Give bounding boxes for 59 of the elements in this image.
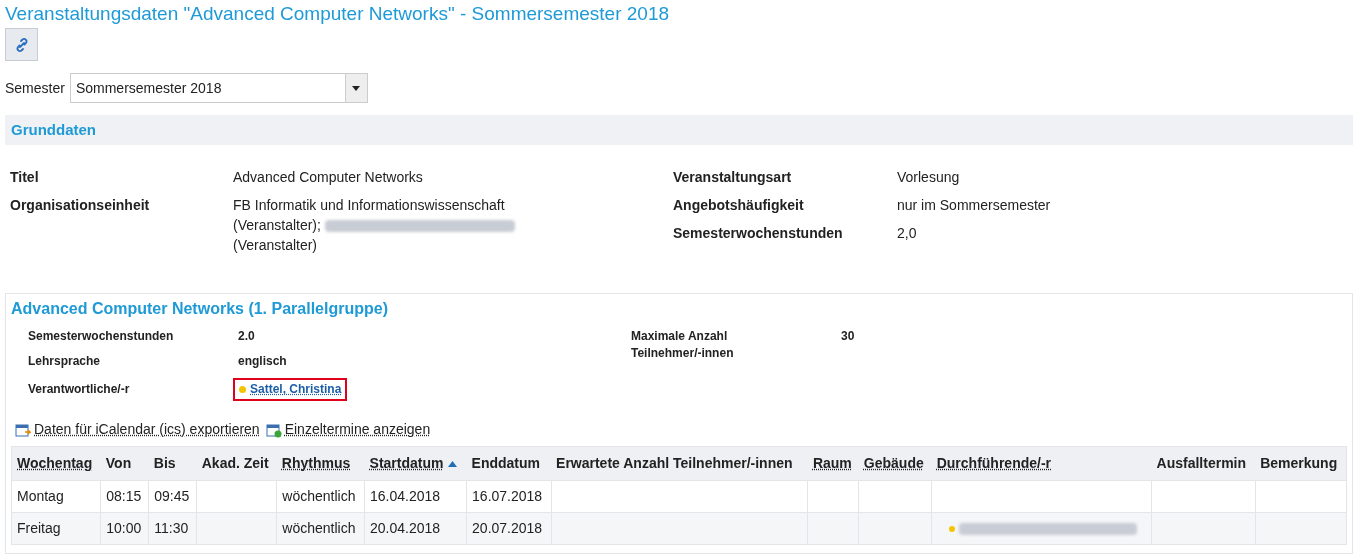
page-title: Veranstaltungsdaten "Advanced Computer Networks" - Sommersemester 2018 (5, 2, 671, 26)
section-title: Grunddaten (11, 119, 96, 140)
calendar-export-icon (15, 421, 31, 438)
field-label: Veranstaltungsart (673, 168, 793, 187)
field-label: Lehrsprache (28, 353, 102, 370)
table-cell: 16.04.2018 (364, 480, 467, 513)
table-cell: 08:15 (100, 480, 149, 513)
field-label: Organisationseinheit (10, 196, 151, 215)
field-value: Advanced Computer Networks (233, 168, 424, 187)
field-value: (Veranstalter); (233, 217, 322, 233)
column-header: Akad. Zeit (196, 446, 277, 481)
field-value: 2,0 (897, 224, 917, 243)
column-header[interactable]: Gebäude (858, 446, 932, 481)
table-cell: Montag (11, 480, 101, 513)
person-link[interactable]: Sattel, Christina (250, 381, 342, 398)
field-value: FB Informatik und Informationswissenschaft (233, 196, 506, 215)
group-title: Advanced Computer Networks (1. Parallelgruppe) (11, 299, 389, 319)
column-header: Bemerkung (1255, 446, 1347, 481)
column-header: Von (100, 446, 149, 481)
semester-select[interactable]: Sommersemester 2018 (69, 73, 368, 103)
field-label: Angebotshäufigkeit (673, 196, 805, 215)
table-cell: 20.07.2018 (466, 512, 552, 545)
table-cell: 09:45 (148, 480, 197, 513)
table-cell (807, 512, 859, 545)
column-header: Erwartete Anzahl Teilnehmer/-innen (551, 446, 808, 481)
column-header[interactable]: Raum (807, 446, 859, 481)
field-value: 2.0 (238, 328, 255, 345)
column-header: Ausfalltermin (1151, 446, 1256, 481)
field-value: englisch (238, 353, 287, 370)
table-cell: Freitag (11, 512, 101, 545)
field-value: nur im Sommersemester (897, 196, 1051, 215)
table-cell: 16.07.2018 (466, 480, 552, 513)
field-label: Semesterwochenstunden (673, 224, 844, 243)
column-header[interactable]: Wochentag (11, 446, 101, 481)
table-cell: wöchentlich (276, 480, 365, 513)
field-label: Verantwortliche/-r (28, 381, 131, 398)
sort-ascending-icon (448, 461, 458, 468)
calendar-add-icon (265, 421, 282, 438)
column-header: Enddatum (466, 446, 552, 481)
field-label: Semesterwochenstunden (28, 328, 175, 345)
semester-label: Semester (5, 78, 65, 98)
action-link[interactable]: Daten für iCalendar (ics) exportieren (15, 419, 260, 440)
field-value: 30 (841, 328, 855, 345)
column-header[interactable]: Durchführende/-r (931, 446, 1152, 481)
caret-icon (352, 85, 361, 91)
column-header: Bis (148, 446, 197, 481)
permalink-button[interactable] (5, 28, 38, 61)
table-cell: 11:30 (148, 512, 197, 545)
table-cell: 10:00 (100, 512, 149, 545)
column-header[interactable]: Rhythmus (276, 446, 365, 481)
table-cell: wöchentlich (276, 512, 365, 545)
field-value: (Veranstalter) (233, 237, 318, 253)
field-label: Titel (10, 168, 40, 187)
column-header[interactable]: Startdatum (364, 446, 467, 481)
field-label: Maximale Anzahl Teilnehmer/-innen (631, 328, 735, 362)
field-value: Vorlesung (897, 168, 960, 187)
table-cell: 20.04.2018 (364, 512, 467, 545)
action-link[interactable]: Einzeltermine anzeigen (265, 419, 431, 440)
link-icon (13, 36, 30, 53)
